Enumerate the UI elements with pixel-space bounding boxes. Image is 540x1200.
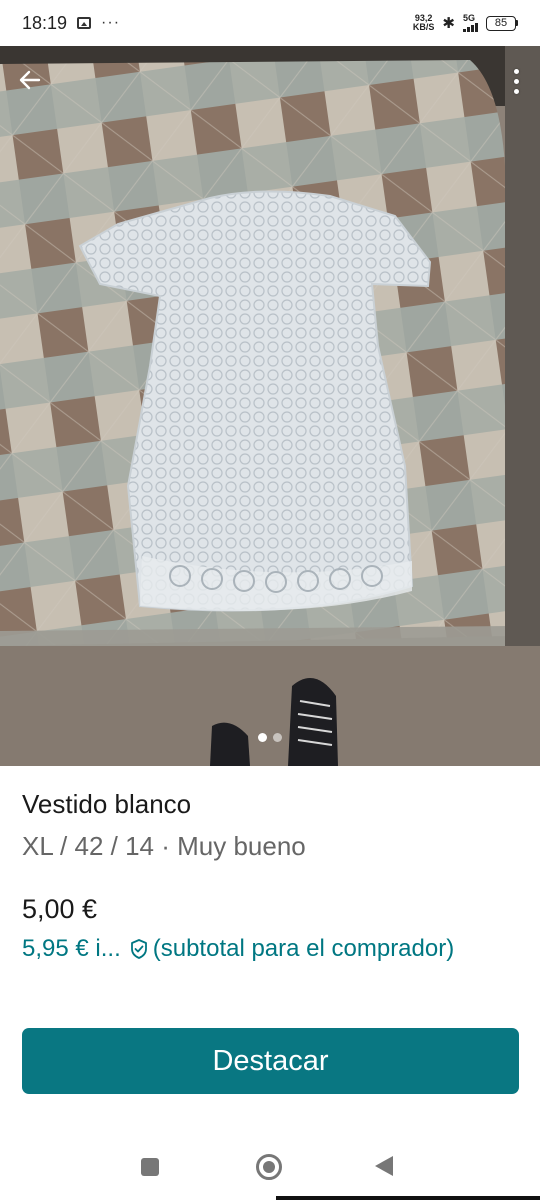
destacar-button[interactable]: Destacar [22, 1028, 519, 1094]
signal-icon: 5G [463, 14, 478, 32]
product-photo[interactable] [0, 46, 540, 766]
battery-icon: 85 [486, 15, 518, 31]
battery-tip [516, 20, 518, 26]
bluetooth-icon: ✱ [442, 15, 455, 32]
status-right: 93,2 KB/S ✱ 5G 85 [413, 14, 518, 32]
arrow-left-icon [19, 70, 41, 90]
buyer-price-value: 5,95 € i... [22, 935, 121, 962]
back-button[interactable] [14, 64, 46, 96]
buyer-price-link[interactable]: 5,95 € i... (subtotal para el comprador) [22, 935, 454, 963]
more-vertical-icon [513, 68, 519, 74]
network-type: 5G [463, 13, 476, 23]
network-speed-unit: KB/S [412, 22, 435, 32]
status-bar: 18:19 ··· 93,2 KB/S ✱ 5G 85 [0, 0, 540, 46]
back-triangle-icon[interactable] [375, 1156, 393, 1176]
signal-bars [463, 23, 478, 32]
photo-pager [0, 733, 540, 742]
shield-check-icon [129, 938, 149, 960]
gallery-icon [77, 17, 92, 29]
status-time: 18:19 [22, 12, 68, 33]
network-speed: 93,2 KB/S [413, 14, 435, 32]
battery-level: 85 [486, 15, 516, 31]
screen: 18:19 ··· 93,2 KB/S ✱ 5G 85 Vestido blan… [0, 0, 540, 1200]
more-options-button[interactable] [506, 64, 526, 98]
pager-dot-active [258, 733, 267, 742]
home-button[interactable] [256, 1154, 282, 1180]
recent-apps-button[interactable] [141, 1158, 159, 1176]
product-photo-image [0, 46, 540, 766]
status-left: 18:19 ··· [22, 13, 120, 34]
item-details: XL / 42 / 14 · Muy bueno [22, 831, 306, 861]
system-nav-bar [0, 1138, 540, 1196]
gesture-bar [276, 1196, 540, 1200]
item-title: Vestido blanco [22, 789, 192, 819]
buyer-price-note: (subtotal para el comprador) [152, 935, 455, 962]
pager-dot [273, 733, 282, 742]
status-more-dots: ··· [101, 14, 121, 31]
item-price: 5,00 € [22, 894, 98, 924]
